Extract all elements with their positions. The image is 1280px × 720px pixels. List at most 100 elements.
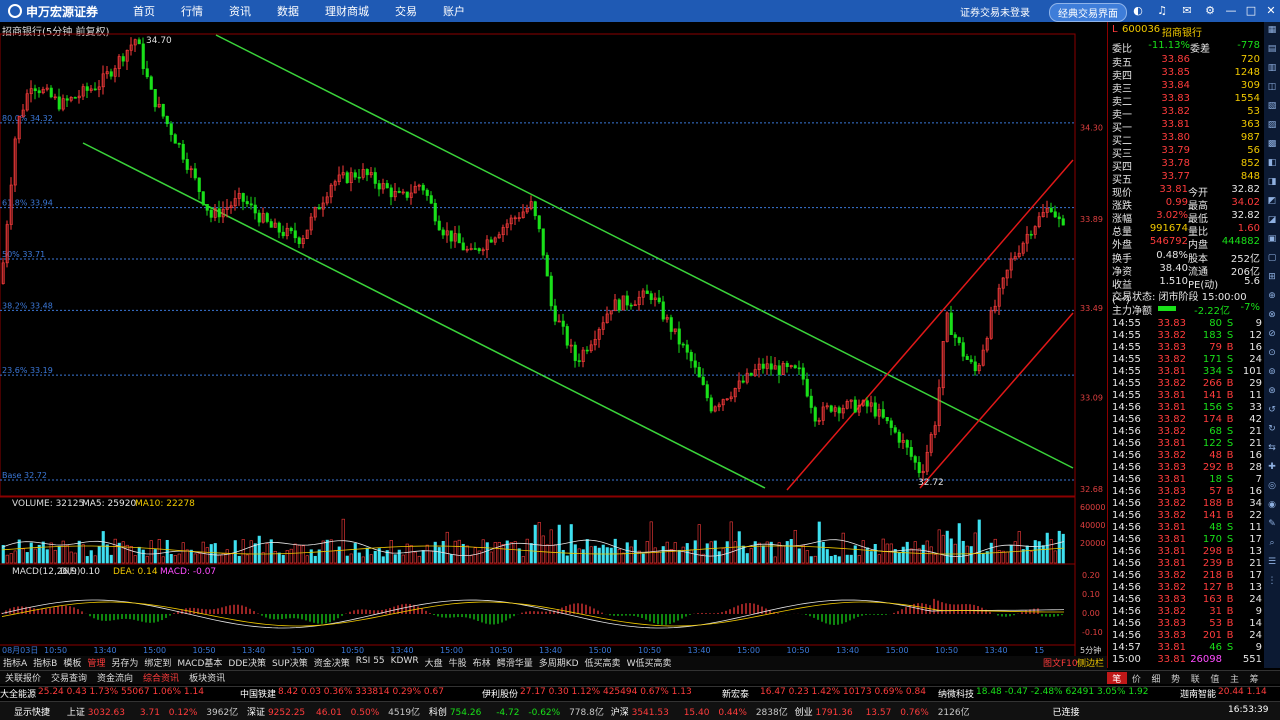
toolbar-icon[interactable]: ⇆ [1264,443,1280,459]
quote-tab[interactable]: 笔 [1107,672,1127,685]
indicator-tab[interactable]: 低买高卖 [582,656,624,670]
quote-tab[interactable]: 联 [1186,672,1206,685]
candle-body [885,417,889,422]
toolbar-icon[interactable]: ◧ [1264,158,1280,174]
indicator-tab[interactable]: 另存为 [108,656,141,670]
toolbar-icon[interactable]: ⊞ [1264,272,1280,288]
candle-body [545,254,549,277]
volume-bar [105,544,109,564]
indicator-tab[interactable]: 绑定到 [141,656,174,670]
indicator-tab[interactable]: 指标A [0,656,30,670]
quote-tab[interactable]: 价 [1127,672,1147,685]
toolbar-icon[interactable]: ⊚ [1264,367,1280,383]
volume-bar [481,539,485,564]
ticker-value: 27.17 0.30 1.12% 425494 0.67% 1.13 [520,687,692,697]
quote-tab[interactable]: 值 [1205,672,1225,685]
toolbar-icon[interactable]: ▣ [1264,234,1280,250]
ticker-value: 16.47 0.23 1.42% 10173 0.69% 0.84 [760,687,926,697]
skin-icon[interactable]: ◐ [1131,4,1145,18]
candle-body [573,344,577,361]
nav-item-6[interactable]: 账户 [430,3,478,19]
toolbar-icon[interactable]: ◫ [1264,82,1280,98]
toolbar-icon[interactable]: ☰ [1264,557,1280,573]
indicator-tab[interactable]: SUP决策 [269,656,311,670]
gear-icon[interactable]: ⚙ [1203,4,1217,18]
kline-chart[interactable]: 80.0% 34.3261.8% 33.9450% 33.7138.2% 33.… [0,22,1107,656]
price-axis-label: 33.49 [1080,304,1103,313]
toolbar-icon[interactable]: ✚ [1264,462,1280,478]
ticker-name[interactable]: 迦南智能 [1180,687,1216,700]
headset-icon[interactable]: ♫ [1155,4,1169,18]
volume-bar [761,545,765,564]
nav-item-2[interactable]: 资讯 [216,3,264,19]
quote-tab[interactable]: 细 [1146,672,1166,685]
nav-item-3[interactable]: 数据 [264,3,312,19]
volume-bar [389,540,393,564]
info-tab[interactable]: 交易查询 [46,671,92,684]
quote-tab[interactable]: 主 [1225,672,1245,685]
toolbar-icon[interactable]: ◨ [1264,177,1280,193]
toolbar-icon[interactable]: ▤ [1264,44,1280,60]
indicator-tab[interactable]: DDE决策 [225,656,269,670]
nav-item-1[interactable]: 行情 [168,3,216,19]
nav-item-5[interactable]: 交易 [382,3,430,19]
indicator-tab[interactable]: 多周期KD [536,656,582,670]
ticker-name[interactable]: 纳微科技 [938,687,974,700]
toolbar-icon[interactable]: ▧ [1264,101,1280,117]
indicator-tab[interactable]: KDWR [388,656,422,670]
quote-tab[interactable]: 势 [1166,672,1186,685]
indicator-tab[interactable]: W低买高卖 [624,656,675,670]
toolbar-icon[interactable]: ⊛ [1264,386,1280,402]
toolbar-icon[interactable]: ↺ [1264,405,1280,421]
mail-icon[interactable]: ✉ [1180,4,1194,18]
indicator-tab[interactable]: 模板 [60,656,84,670]
indicator-tab[interactable]: 牛股 [446,656,470,670]
toolbar-icon[interactable]: ⊕ [1264,291,1280,307]
ticker-name[interactable]: 中国铁建 [240,687,276,700]
maximize-icon[interactable]: □ [1244,4,1258,18]
toolbar-icon[interactable]: ⋮ [1264,576,1280,592]
classic-trade-button[interactable]: 经典交易界面 [1049,3,1127,22]
volume-bar [713,540,717,564]
indicator-tab[interactable]: 管理 [84,656,108,670]
toolbar-icon[interactable]: ◪ [1264,215,1280,231]
toolbar-icon[interactable]: ▩ [1264,139,1280,155]
time-label: 15:00 [143,646,166,655]
indicator-tab[interactable]: 指标B [30,656,60,670]
show-shortcut-button[interactable]: 显示快捷 [14,708,50,718]
toolbar-icon[interactable]: ⊗ [1264,310,1280,326]
info-tab[interactable]: 板块资讯 [184,671,230,684]
toolbar-icon[interactable]: ⌕ [1264,538,1280,554]
indicator-tab[interactable]: MACD基本 [174,656,225,670]
indicator-tab[interactable]: RSI 55 [353,656,388,670]
toolbar-icon[interactable]: ▨ [1264,120,1280,136]
indicator-tab[interactable]: 布林 [470,656,494,670]
indicator-tab[interactable]: 大盘 [422,656,446,670]
nav-item-4[interactable]: 理财商城 [312,3,382,19]
toolbar-icon[interactable]: ▥ [1264,63,1280,79]
toolbar-icon[interactable]: ▢ [1264,253,1280,269]
info-tab[interactable]: 关联报价 [0,671,46,684]
info-tab[interactable]: 资金流向 [92,671,138,684]
toolbar-icon[interactable]: ◩ [1264,196,1280,212]
close-icon[interactable]: ✕ [1264,4,1278,18]
ticker-name[interactable]: 大全能源 [0,687,36,700]
sidebar-tab[interactable]: 侧边栏 [1074,656,1107,669]
toolbar-icon[interactable]: ↻ [1264,424,1280,440]
volume-bar [553,544,557,564]
login-status[interactable]: 证券交易未登录 [960,4,1030,19]
info-tab[interactable]: 综合资讯 [138,671,184,684]
toolbar-icon[interactable]: ⊘ [1264,329,1280,345]
toolbar-icon[interactable]: ⊙ [1264,348,1280,364]
toolbar-icon[interactable]: ◎ [1264,481,1280,497]
indicator-tab[interactable]: 资金决策 [311,656,353,670]
quote-tab[interactable]: 筹 [1244,672,1264,685]
ticker-name[interactable]: 伊利股份 [482,687,518,700]
toolbar-icon[interactable]: ✎ [1264,519,1280,535]
toolbar-icon[interactable]: ◉ [1264,500,1280,516]
ticker-name[interactable]: 新宏泰 [722,687,749,700]
minimize-icon[interactable]: — [1224,4,1238,18]
nav-item-0[interactable]: 首页 [120,3,168,19]
indicator-tab[interactable]: 鳄滑华量 [494,656,536,670]
toolbar-icon[interactable]: ▦ [1264,25,1280,41]
